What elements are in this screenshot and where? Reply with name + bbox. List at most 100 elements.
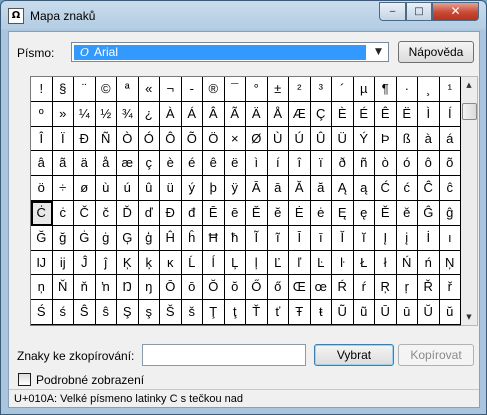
- character-cell[interactable]: ý: [181, 176, 203, 201]
- character-cell[interactable]: ţ: [224, 300, 246, 325]
- character-cell[interactable]: ş: [138, 300, 160, 325]
- character-cell[interactable]: ĩ: [267, 225, 289, 251]
- character-cell[interactable]: ŕ: [353, 275, 375, 301]
- character-cell[interactable]: Ū: [375, 300, 397, 325]
- character-cell[interactable]: ı: [439, 225, 461, 251]
- character-cell[interactable]: į: [396, 225, 418, 251]
- character-cell[interactable]: «: [138, 77, 160, 102]
- character-cell[interactable]: ĭ: [353, 225, 375, 251]
- title-bar[interactable]: Ω Mapa znaků ‒ □ ✕: [1, 1, 486, 31]
- character-cell[interactable]: ·: [396, 77, 418, 102]
- character-cell[interactable]: Ł: [353, 250, 375, 276]
- character-cell[interactable]: °: [246, 77, 268, 102]
- character-cell[interactable]: ¼: [74, 101, 96, 127]
- character-cell[interactable]: Å: [267, 101, 289, 127]
- character-cell[interactable]: æ: [117, 151, 139, 177]
- character-cell[interactable]: ī: [310, 225, 332, 251]
- character-cell[interactable]: Ŀ: [310, 250, 332, 276]
- character-cell[interactable]: ģ: [138, 225, 160, 251]
- character-cell[interactable]: §: [52, 77, 74, 102]
- character-cell[interactable]: Į: [375, 225, 397, 251]
- character-cell[interactable]: ª: [117, 77, 139, 102]
- character-cell[interactable]: å: [95, 151, 117, 177]
- character-cell[interactable]: Ň: [52, 275, 74, 301]
- character-cell[interactable]: Ù: [267, 126, 289, 152]
- character-cell[interactable]: Õ: [181, 126, 203, 152]
- character-cell[interactable]: Ö: [203, 126, 225, 152]
- character-cell[interactable]: ë: [224, 151, 246, 177]
- character-cell[interactable]: Î: [31, 126, 53, 152]
- character-cell[interactable]: Ś: [31, 300, 53, 325]
- character-cell[interactable]: ò: [375, 151, 397, 177]
- character-cell[interactable]: Ğ: [31, 225, 53, 251]
- character-cell[interactable]: ď: [138, 200, 160, 226]
- character-cell[interactable]: Ũ: [332, 300, 354, 325]
- character-cell[interactable]: Ĝ: [418, 200, 440, 226]
- character-cell[interactable]: Ő: [246, 275, 268, 301]
- character-cell[interactable]: ň: [74, 275, 96, 301]
- scroll-down-icon[interactable]: ▼: [461, 309, 477, 325]
- character-cell[interactable]: í: [267, 151, 289, 177]
- character-cell[interactable]: Ä: [246, 101, 268, 127]
- character-cell[interactable]: ÷: [52, 176, 74, 201]
- character-cell[interactable]: ŉ: [95, 275, 117, 301]
- copy-field[interactable]: [142, 344, 306, 366]
- character-cell[interactable]: ä: [74, 151, 96, 177]
- character-cell[interactable]: ō: [181, 275, 203, 301]
- character-cell[interactable]: ą: [353, 176, 375, 201]
- character-cell[interactable]: ĉ: [439, 176, 461, 201]
- character-cell[interactable]: Ĭ: [332, 225, 354, 251]
- character-cell[interactable]: ì: [246, 151, 268, 177]
- character-cell[interactable]: Ī: [289, 225, 311, 251]
- character-cell[interactable]: â: [31, 151, 53, 177]
- character-cell[interactable]: Ľ: [267, 250, 289, 276]
- character-cell[interactable]: Á: [181, 101, 203, 127]
- character-cell[interactable]: ã: [52, 151, 74, 177]
- character-cell[interactable]: ġ: [95, 225, 117, 251]
- character-cell[interactable]: ŗ: [396, 275, 418, 301]
- character-cell[interactable]: Ĕ: [246, 200, 268, 226]
- character-cell[interactable]: É: [353, 101, 375, 127]
- character-cell[interactable]: Ş: [117, 300, 139, 325]
- character-cell[interactable]: ĝ: [439, 200, 461, 226]
- character-cell[interactable]: ŝ: [95, 300, 117, 325]
- character-cell[interactable]: Ĉ: [418, 176, 440, 201]
- character-cell[interactable]: Ď: [117, 200, 139, 226]
- character-cell[interactable]: ŏ: [224, 275, 246, 301]
- character-cell[interactable]: Ü: [332, 126, 354, 152]
- character-cell[interactable]: Œ: [289, 275, 311, 301]
- character-cell[interactable]: ó: [396, 151, 418, 177]
- character-cell[interactable]: õ: [439, 151, 461, 177]
- character-cell[interactable]: Ō: [160, 275, 182, 301]
- character-cell[interactable]: Ť: [246, 300, 268, 325]
- character-cell[interactable]: ô: [418, 151, 440, 177]
- character-cell[interactable]: ŭ: [439, 300, 461, 325]
- character-cell[interactable]: Ŏ: [203, 275, 225, 301]
- character-cell[interactable]: Ò: [117, 126, 139, 152]
- minimize-button[interactable]: ‒: [379, 2, 406, 21]
- character-cell[interactable]: ř: [439, 275, 461, 301]
- character-cell[interactable]: ê: [203, 151, 225, 177]
- character-cell[interactable]: ¹: [439, 77, 461, 102]
- character-cell[interactable]: Ó: [138, 126, 160, 152]
- character-cell[interactable]: ü: [160, 176, 182, 201]
- character-cell[interactable]: ě: [396, 200, 418, 226]
- character-cell[interactable]: Ţ: [203, 300, 225, 325]
- character-cell[interactable]: Ŝ: [74, 300, 96, 325]
- character-cell[interactable]: Ĥ: [160, 225, 182, 251]
- character-cell[interactable]: Ā: [246, 176, 268, 201]
- character-cell[interactable]: Ć: [375, 176, 397, 201]
- character-cell[interactable]: ĸ: [160, 250, 182, 276]
- character-cell[interactable]: Ë: [396, 101, 418, 127]
- character-cell[interactable]: ĵ: [95, 250, 117, 276]
- character-cell[interactable]: Ĳ: [31, 250, 53, 276]
- charmap-icon[interactable]: Ω: [8, 8, 24, 24]
- character-cell[interactable]: º: [31, 101, 53, 127]
- character-cell[interactable]: Ŭ: [418, 300, 440, 325]
- character-cell[interactable]: İ: [418, 225, 440, 251]
- character-cell[interactable]: ă: [310, 176, 332, 201]
- character-cell[interactable]: Æ: [289, 101, 311, 127]
- character-cell[interactable]: ×: [224, 126, 246, 152]
- advanced-view-label[interactable]: Podrobné zobrazení: [36, 373, 144, 387]
- character-cell[interactable]: Ú: [289, 126, 311, 152]
